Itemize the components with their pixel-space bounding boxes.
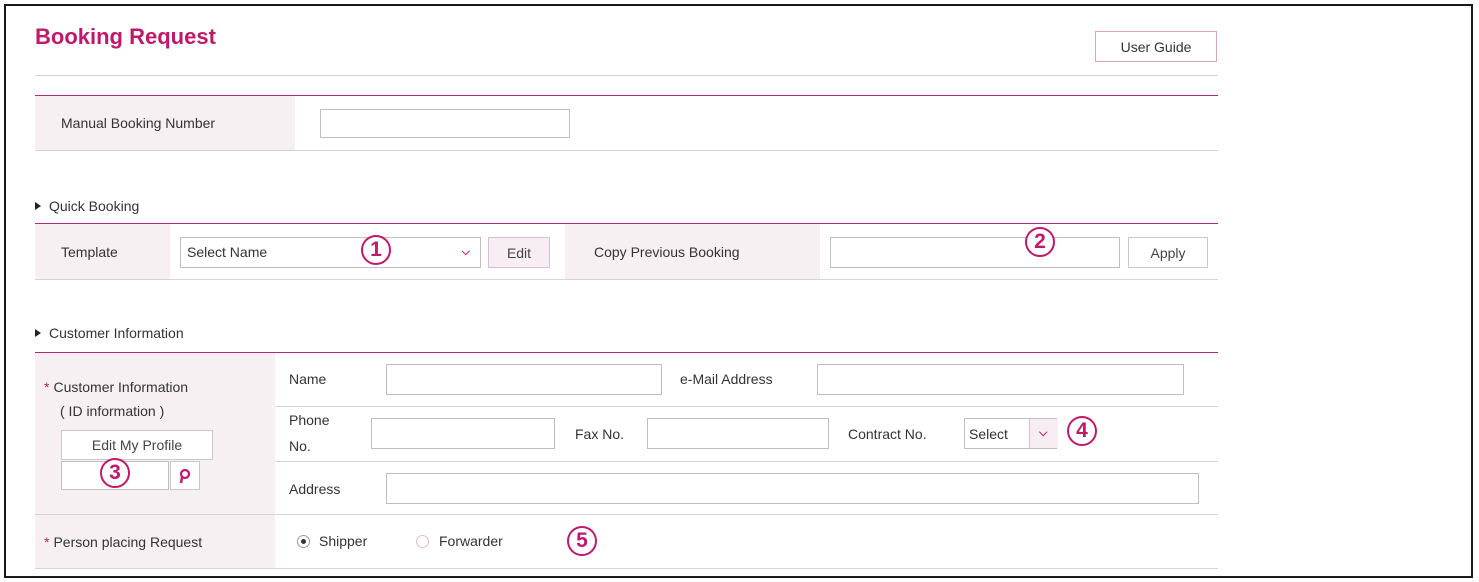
customer-row-divider	[275, 406, 1218, 407]
fax-label: Fax No.	[575, 426, 625, 442]
template-label: Template	[61, 244, 118, 260]
template-select[interactable]: Select Name ⌵	[180, 237, 481, 268]
search-icon[interactable]	[170, 461, 200, 490]
user-guide-button[interactable]: User Guide	[1095, 31, 1217, 62]
required-asterisk: *	[44, 379, 50, 395]
chevron-down-icon: ⌵	[1039, 427, 1048, 439]
email-label: e-Mail Address	[680, 371, 773, 387]
customer-information-section-header[interactable]: Customer Information	[35, 325, 184, 341]
quick-booking-section-header[interactable]: Quick Booking	[35, 198, 139, 214]
page-title: Booking Request	[35, 24, 216, 49]
forwarder-radio[interactable]	[416, 535, 429, 548]
fax-input[interactable]	[647, 418, 829, 449]
manual-booking-number-input[interactable]	[320, 109, 570, 138]
forwarder-label[interactable]: Forwarder	[439, 533, 503, 549]
marker-5: 5	[567, 526, 597, 556]
expand-triangle-icon	[35, 329, 41, 337]
marker-2: 2	[1025, 227, 1055, 257]
apply-button[interactable]: Apply	[1128, 237, 1208, 268]
customer-row-divider	[275, 461, 1218, 462]
manual-booking-label: Manual Booking Number	[61, 115, 216, 131]
template-selected-value: Select Name	[187, 244, 268, 260]
person-placing-request-label: * Person placing Request	[44, 534, 203, 550]
phone-label-line2: No.	[289, 438, 311, 454]
manual-booking-bottom-border	[35, 150, 1218, 151]
name-input[interactable]	[386, 364, 662, 395]
contract-selected-value: Select	[969, 426, 1008, 442]
chevron-down-icon: ⌵	[461, 246, 470, 258]
email-input[interactable]	[817, 364, 1184, 395]
edit-my-profile-button[interactable]: Edit My Profile	[61, 430, 213, 460]
marker-4: 4	[1067, 416, 1097, 446]
marker-1: 1	[361, 235, 391, 265]
contract-dropdown-toggle[interactable]: ⌵	[1029, 419, 1058, 448]
name-label: Name	[289, 371, 327, 387]
customer-info-label: * Customer Information	[44, 379, 189, 395]
customer-information-title: Customer Information	[49, 325, 184, 341]
template-edit-button[interactable]: Edit	[488, 237, 550, 268]
header-divider	[35, 75, 1218, 76]
required-asterisk: *	[44, 534, 50, 550]
contract-number-select[interactable]: Select ⌵	[964, 418, 1058, 449]
shipper-label[interactable]: Shipper	[319, 533, 367, 549]
expand-triangle-icon	[35, 202, 41, 210]
copy-previous-booking-input[interactable]	[830, 237, 1120, 268]
copy-previous-booking-label: Copy Previous Booking	[594, 244, 740, 260]
contract-number-label: Contract No.	[848, 426, 927, 442]
quick-booking-title: Quick Booking	[49, 198, 140, 214]
phone-input[interactable]	[371, 418, 555, 449]
address-input[interactable]	[386, 473, 1199, 504]
person-row-bottom-border	[35, 568, 1218, 569]
address-label: Address	[289, 481, 341, 497]
customer-id-information-label: ( ID information )	[60, 403, 165, 419]
phone-label-line1: Phone	[289, 412, 330, 428]
shipper-radio[interactable]	[297, 535, 310, 548]
marker-3: 3	[100, 458, 130, 488]
quick-booking-bottom-border	[35, 279, 1218, 280]
